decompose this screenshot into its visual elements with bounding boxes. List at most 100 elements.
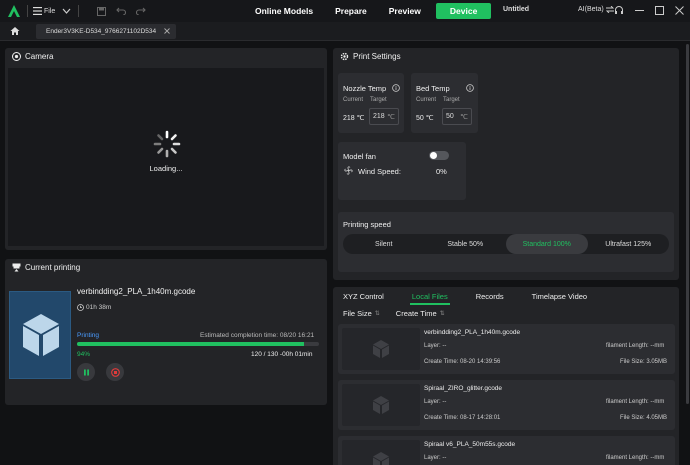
clock-icon xyxy=(77,304,84,311)
page-scrollbar[interactable] xyxy=(686,44,689,404)
print-settings-panel: Print Settings Nozzle Temp Current Targe… xyxy=(333,48,679,280)
duration-text: 01h 38m xyxy=(86,304,112,311)
bed-target-input[interactable]: 50 ℃ xyxy=(442,108,472,125)
file-list-item[interactable]: Spiraal_ZIRO_glitter.gcode Layer: -- fil… xyxy=(338,380,675,430)
minimize-icon[interactable] xyxy=(632,3,646,17)
stop-button[interactable] xyxy=(106,363,124,381)
sort-file-size-label: File Size xyxy=(343,308,372,318)
tab-timelapse-video[interactable]: Timelapse Video xyxy=(522,287,597,305)
ai-beta-label: AI(Beta) xyxy=(578,6,604,13)
device-tab-bar: Ender3V3KE-D534_9766271102D534 xyxy=(0,22,690,41)
nozzle-target-input[interactable]: 218 ℃ xyxy=(369,108,399,125)
speed-option-ultrafast[interactable]: Ultrafast 125% xyxy=(588,234,670,254)
undo-icon[interactable] xyxy=(114,4,128,18)
speed-option-standard[interactable]: Standard 100% xyxy=(506,234,588,254)
current-printing-panel: Current printing verbindding2_PLA_1h40m.… xyxy=(5,259,327,405)
file-list-item[interactable]: Spiraal v6_PLA_50m55s.gcode Layer: -- fi… xyxy=(338,436,675,465)
layer-count: 120 / 130 xyxy=(251,351,279,358)
model-fan-title: Model fan xyxy=(343,152,376,161)
estimated-completion: Estimated completion time: 08/20 16:21 xyxy=(200,332,315,339)
pause-button[interactable] xyxy=(77,363,95,381)
nav-device[interactable]: Device xyxy=(435,3,492,19)
title-bar: File Online Models Prepare Preview Devic… xyxy=(0,0,690,22)
nav-prepare[interactable]: Prepare xyxy=(324,3,378,19)
speed-option-stable[interactable]: Stable 50% xyxy=(425,234,507,254)
printing-speed-title: Printing speed xyxy=(343,220,391,229)
model-fan-toggle[interactable] xyxy=(429,151,449,160)
cube-icon xyxy=(373,396,389,414)
file-menu-label: File xyxy=(44,7,56,15)
fan-icon xyxy=(344,166,353,175)
file-filament: filament Length: --mm xyxy=(606,455,665,461)
file-create-time: Create Time: 08-17 14:28:01 xyxy=(424,415,501,421)
file-layer: Layer: -- xyxy=(424,455,447,461)
cube-icon xyxy=(373,452,389,465)
file-size: File Size: 4.05MB xyxy=(620,415,668,421)
camera-header: Camera xyxy=(5,48,327,64)
info-icon[interactable] xyxy=(392,84,400,92)
printer-icon xyxy=(11,262,21,272)
progress-percent: 94% xyxy=(77,351,91,358)
tab-xyz-control[interactable]: XYZ Control xyxy=(333,287,394,305)
file-layer: Layer: -- xyxy=(424,399,447,405)
tab-records[interactable]: Records xyxy=(466,287,514,305)
home-icon[interactable] xyxy=(8,24,22,38)
print-progress-bar xyxy=(77,342,319,346)
close-tab-icon[interactable] xyxy=(164,28,170,34)
file-filament: filament Length: --mm xyxy=(606,399,665,405)
cube-icon xyxy=(373,340,389,358)
device-tab-label: Ender3V3KE-D534_9766271102D534 xyxy=(46,27,157,35)
bed-target-value: 50 xyxy=(446,113,454,120)
current-printing-title: Current printing xyxy=(25,262,81,272)
tab-local-files[interactable]: Local Files xyxy=(402,287,458,305)
device-tab[interactable]: Ender3V3KE-D534_9766271102D534 xyxy=(36,23,177,39)
sort-create-time[interactable]: Create Time ⇅ xyxy=(396,309,445,318)
save-icon[interactable] xyxy=(94,4,108,18)
window-controls xyxy=(612,3,686,17)
file-menu[interactable]: File xyxy=(33,7,55,15)
bed-target-label: Target xyxy=(443,97,460,103)
print-settings-header: Print Settings xyxy=(333,48,679,64)
chevron-down-icon[interactable] xyxy=(59,4,73,18)
speed-selector: Silent Stable 50% Standard 100% Ultrafas… xyxy=(343,234,669,254)
stop-icon xyxy=(110,367,120,377)
nozzle-current-label: Current xyxy=(343,97,364,103)
divider xyxy=(78,5,80,17)
bed-current-label: Current xyxy=(416,97,437,103)
sort-arrows-icon: ⇅ xyxy=(374,310,380,317)
nozzle-temp-title: Nozzle Temp xyxy=(343,84,387,93)
file-name: verbindding2_PLA_1h40m.gcode xyxy=(424,329,521,336)
wind-speed-label: Wind Speed: xyxy=(358,167,401,176)
divider xyxy=(27,5,28,17)
nav-online-models[interactable]: Online Models xyxy=(244,3,324,19)
headset-icon[interactable] xyxy=(612,3,626,17)
file-create-time: Create Time: 08-20 14:39:56 xyxy=(424,359,501,365)
speed-option-silent[interactable]: Silent xyxy=(343,234,425,254)
maximize-icon[interactable] xyxy=(652,3,666,17)
close-icon[interactable] xyxy=(672,3,686,17)
nozzle-target-value: 218 xyxy=(373,113,385,120)
sort-file-size[interactable]: File Size ⇅ xyxy=(343,309,380,318)
nozzle-current-value: 218 ℃ xyxy=(343,115,365,122)
bed-current-value: 50 ℃ xyxy=(416,115,434,122)
nav-preview[interactable]: Preview xyxy=(378,3,432,19)
redo-icon[interactable] xyxy=(134,4,148,18)
time-remaining: -00h 01min xyxy=(279,351,313,358)
pause-icon xyxy=(83,369,89,375)
nozzle-temp-box: Nozzle Temp Current Target 218 ℃ 218 ℃ xyxy=(338,73,404,133)
file-thumbnail xyxy=(342,328,420,370)
toggle-knob xyxy=(430,152,437,159)
print-duration: 01h 38m xyxy=(77,304,111,311)
file-list-item[interactable]: verbindding2_PLA_1h40m.gcode Layer: -- f… xyxy=(338,324,675,374)
bed-unit: ℃ xyxy=(460,113,468,121)
print-status: Printing xyxy=(77,332,100,339)
info-icon[interactable] xyxy=(466,84,474,92)
camera-panel: Camera Loading... xyxy=(5,48,327,250)
current-printing-header: Current printing xyxy=(5,259,327,275)
ai-beta-button[interactable]: AI(Beta) xyxy=(578,6,614,13)
sort-create-time-label: Create Time xyxy=(395,308,437,318)
cube-model-icon xyxy=(23,314,59,356)
file-filament: filament Length: --mm xyxy=(606,343,665,349)
project-title: Untitled xyxy=(503,6,530,13)
file-layer: Layer: -- xyxy=(424,343,447,349)
